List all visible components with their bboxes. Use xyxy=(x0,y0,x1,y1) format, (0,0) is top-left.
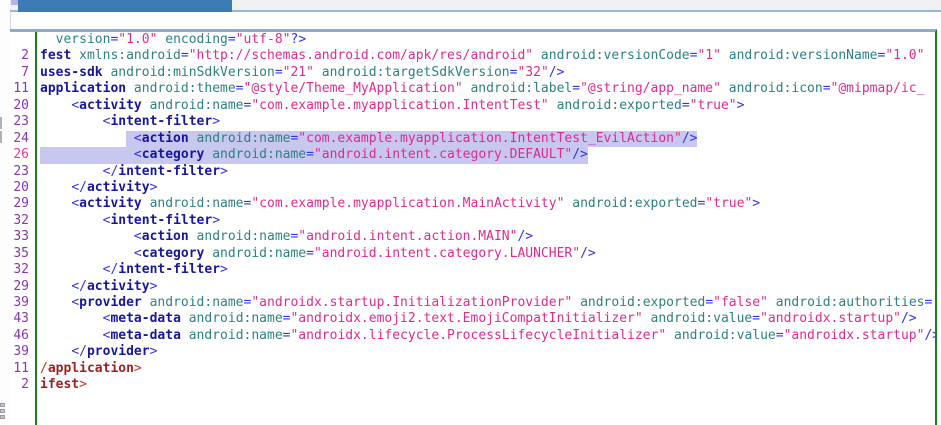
code-text: <provider android:name="androidx.startup… xyxy=(37,295,932,311)
scrollbar-thumb[interactable] xyxy=(18,0,232,12)
code-text: </provider> xyxy=(37,344,157,360)
code-line[interactable]: 20 <activity android:name="com.example.m… xyxy=(10,98,935,114)
line-number[interactable]: 35 xyxy=(10,246,37,262)
line-number[interactable] xyxy=(10,32,37,48)
code-line[interactable]: 23 </intent-filter> xyxy=(10,164,935,180)
code-line[interactable]: 23 <intent-filter> xyxy=(10,114,935,130)
code-text: /application> xyxy=(37,361,142,377)
line-number[interactable]: 39 xyxy=(10,344,37,360)
code-line[interactable]: 7uses-sdk android:minSdkVersion="21" and… xyxy=(10,65,935,81)
code-line[interactable]: 32 <intent-filter> xyxy=(10,213,935,229)
line-number[interactable]: 7 xyxy=(10,65,37,81)
line-number[interactable]: 29 xyxy=(10,279,37,295)
code-text: <activity android:name="com.example.myap… xyxy=(37,98,744,114)
line-number[interactable]: 32 xyxy=(10,262,37,278)
line-number[interactable]: 20 xyxy=(10,180,37,196)
change-mark xyxy=(0,131,2,143)
code-line[interactable]: 2ifest> xyxy=(10,377,935,393)
code-text: </intent-filter> xyxy=(37,262,228,278)
code-text: <category android:name="android.intent.c… xyxy=(37,246,596,262)
code-line[interactable]: 33 <action android:name="android.intent.… xyxy=(10,229,935,245)
code-line[interactable]: 29 <activity android:name="com.example.m… xyxy=(10,196,935,212)
code-text: ifest> xyxy=(37,377,87,393)
code-line[interactable]: 43 <meta-data android:name="androidx.emo… xyxy=(10,311,935,327)
code-line[interactable]: 11/application> xyxy=(10,361,935,377)
line-number[interactable]: 39 xyxy=(10,295,37,311)
code-text: </intent-filter> xyxy=(37,164,228,180)
code-text: application android:theme="@style/Theme_… xyxy=(37,81,924,97)
line-number[interactable]: 43 xyxy=(10,311,37,327)
line-number[interactable]: 46 xyxy=(10,328,37,344)
line-number[interactable]: 24 xyxy=(10,131,37,147)
code-line[interactable]: 35 <category android:name="android.inten… xyxy=(10,246,935,262)
code-text: <meta-data android:name="androidx.lifecy… xyxy=(37,328,937,344)
code-line[interactable]: 29 </activity> xyxy=(10,279,935,295)
code-line[interactable]: 2fest xmlns:android="http://schemas.andr… xyxy=(10,48,935,64)
scrollbar-left-cap xyxy=(11,0,18,5)
code-line[interactable]: 24 <action android:name="com.example.mya… xyxy=(10,131,935,147)
code-text: uses-sdk android:minSdkVersion="21" andr… xyxy=(37,65,564,81)
line-number[interactable]: 2 xyxy=(10,377,37,393)
code-text: version="1.0" encoding="utf-8"?> xyxy=(37,32,306,48)
code-text: fest xmlns:android="http://schemas.andro… xyxy=(37,48,924,64)
grip-dot[interactable] xyxy=(0,409,5,413)
change-mark xyxy=(0,117,2,129)
code-line[interactable]: 11application android:theme="@style/Them… xyxy=(10,81,935,97)
code-text: </activity> xyxy=(37,180,157,196)
line-number[interactable]: 11 xyxy=(10,361,37,377)
line-number[interactable]: 23 xyxy=(10,164,37,180)
grip-dot[interactable] xyxy=(0,403,5,407)
code-text: <activity android:name="com.example.myap… xyxy=(37,196,760,212)
code-line[interactable]: 39 <provider android:name="androidx.star… xyxy=(10,295,935,311)
grip-dot[interactable] xyxy=(0,415,5,419)
gutter-separator xyxy=(35,32,37,425)
code-text: </activity> xyxy=(37,279,157,295)
code-area[interactable]: version="1.0" encoding="utf-8"?>2fest xm… xyxy=(10,32,935,394)
code-text: <meta-data android:name="androidx.emoji2… xyxy=(37,311,917,327)
code-line[interactable]: 32 </intent-filter> xyxy=(10,262,935,278)
code-line[interactable]: version="1.0" encoding="utf-8"?> xyxy=(10,32,935,48)
line-number[interactable]: 11 xyxy=(10,81,37,97)
line-number[interactable]: 26 xyxy=(10,147,37,163)
code-line[interactable]: 26 <category android:name="android.inten… xyxy=(10,147,935,163)
code-text: <intent-filter> xyxy=(37,213,220,229)
line-number[interactable]: 23 xyxy=(10,114,37,130)
line-number[interactable]: 32 xyxy=(10,213,37,229)
line-number[interactable]: 20 xyxy=(10,98,37,114)
code-text: <action android:name="com.example.myappl… xyxy=(37,131,697,147)
line-number[interactable]: 33 xyxy=(10,229,37,245)
code-text: <intent-filter> xyxy=(37,114,220,130)
horizontal-scrollbar[interactable] xyxy=(10,0,941,12)
code-text: <category android:name="android.intent.c… xyxy=(37,147,588,163)
code-line[interactable]: 46 <meta-data android:name="androidx.lif… xyxy=(10,328,935,344)
xml-editor[interactable]: version="1.0" encoding="utf-8"?>2fest xm… xyxy=(10,29,937,425)
code-line[interactable]: 39 </provider> xyxy=(10,344,935,360)
code-text: <action android:name="android.intent.act… xyxy=(37,229,533,245)
code-line[interactable]: 20 </activity> xyxy=(10,180,935,196)
line-number[interactable]: 29 xyxy=(10,196,37,212)
line-number[interactable]: 2 xyxy=(10,48,37,64)
